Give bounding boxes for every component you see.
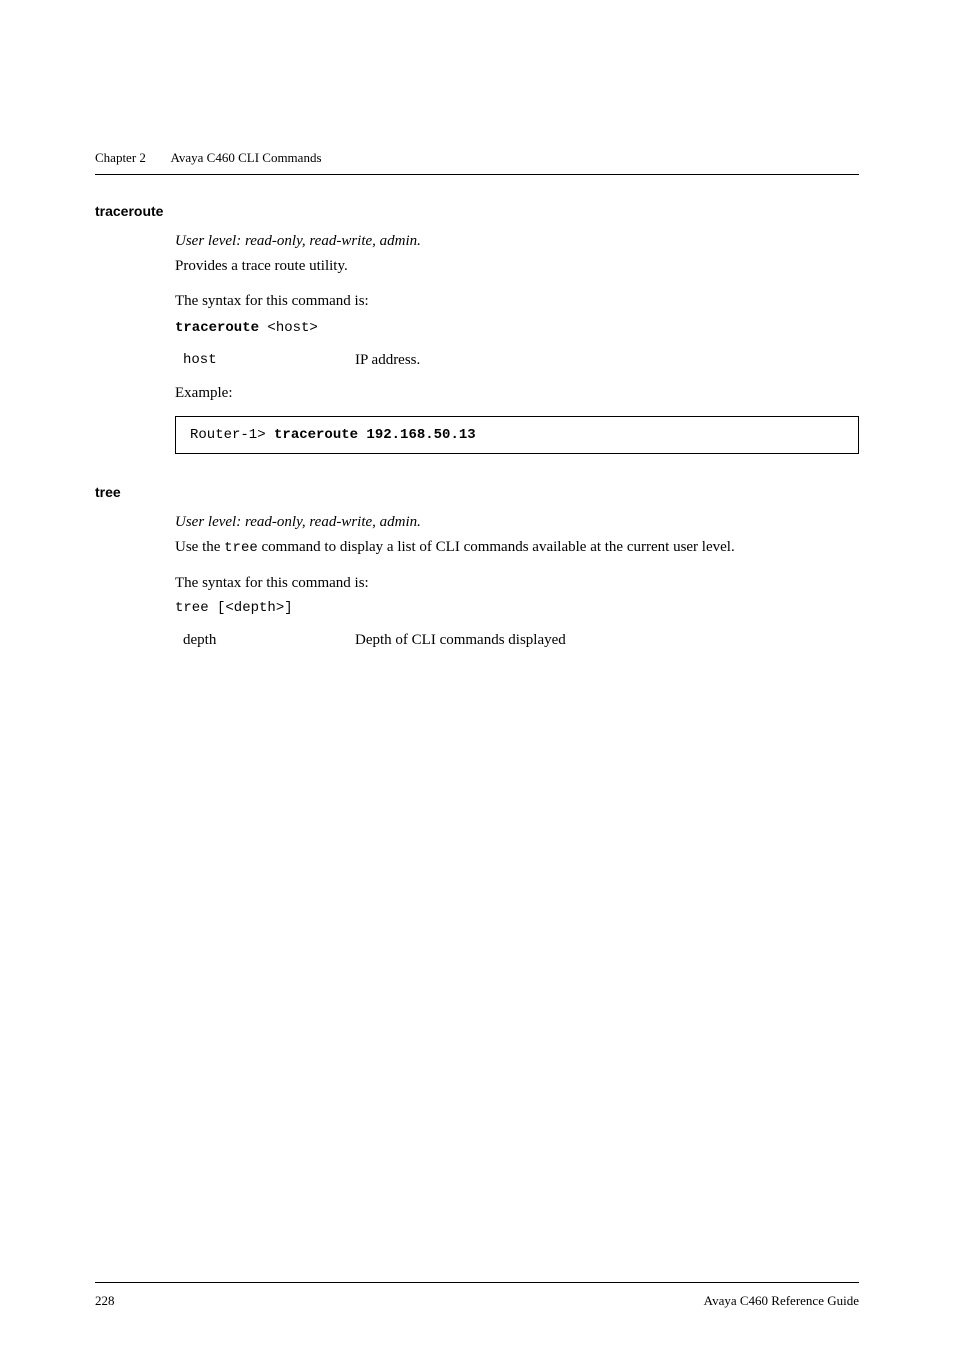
section-tree: tree User level: read-only, read-write, … <box>95 484 859 649</box>
chapter-label: Chapter 2 <box>95 150 146 165</box>
param-row: depth Depth of CLI commands displayed <box>175 632 859 649</box>
param-row: host IP address. <box>175 352 859 369</box>
chapter-title: Avaya C460 CLI Commands <box>170 150 321 165</box>
page-header: Chapter 2 Avaya C460 CLI Commands <box>95 150 859 175</box>
description: Provides a trace route utility. <box>175 256 859 277</box>
example-command: traceroute 192.168.50.13 <box>274 427 476 443</box>
param-desc: IP address. <box>355 352 420 369</box>
page-number: 228 <box>95 1293 115 1309</box>
desc-post: command to display a list of CLI command… <box>258 539 735 555</box>
syntax-arg: <host> <box>259 320 318 336</box>
desc-code: tree <box>224 540 258 556</box>
param-name: depth <box>175 632 355 649</box>
chapter-info: Chapter 2 Avaya C460 CLI Commands <box>95 150 859 166</box>
syntax-line: traceroute <host> <box>175 318 859 336</box>
content-block: User level: read-only, read-write, admin… <box>175 233 859 454</box>
command-heading: traceroute <box>95 203 859 219</box>
content-block: User level: read-only, read-write, admin… <box>175 514 859 649</box>
command-heading: tree <box>95 484 859 500</box>
param-desc: Depth of CLI commands displayed <box>355 632 566 649</box>
user-level: User level: read-only, read-write, admin… <box>175 514 859 531</box>
description: Use the tree command to display a list o… <box>175 537 859 559</box>
page-footer: 228 Avaya C460 Reference Guide <box>95 1282 859 1309</box>
syntax-intro: The syntax for this command is: <box>175 291 859 312</box>
param-name: host <box>175 352 355 369</box>
syntax-intro: The syntax for this command is: <box>175 573 859 594</box>
guide-title: Avaya C460 Reference Guide <box>704 1293 859 1309</box>
desc-pre: Use the <box>175 539 224 555</box>
example-code-box: Router-1> traceroute 192.168.50.13 <box>175 416 859 454</box>
example-prompt: Router-1> <box>190 427 274 443</box>
user-level: User level: read-only, read-write, admin… <box>175 233 859 250</box>
syntax-line: tree [<depth>] <box>175 600 859 616</box>
syntax-command: traceroute <box>175 320 259 336</box>
example-label: Example: <box>175 385 859 402</box>
section-traceroute: traceroute User level: read-only, read-w… <box>95 203 859 454</box>
